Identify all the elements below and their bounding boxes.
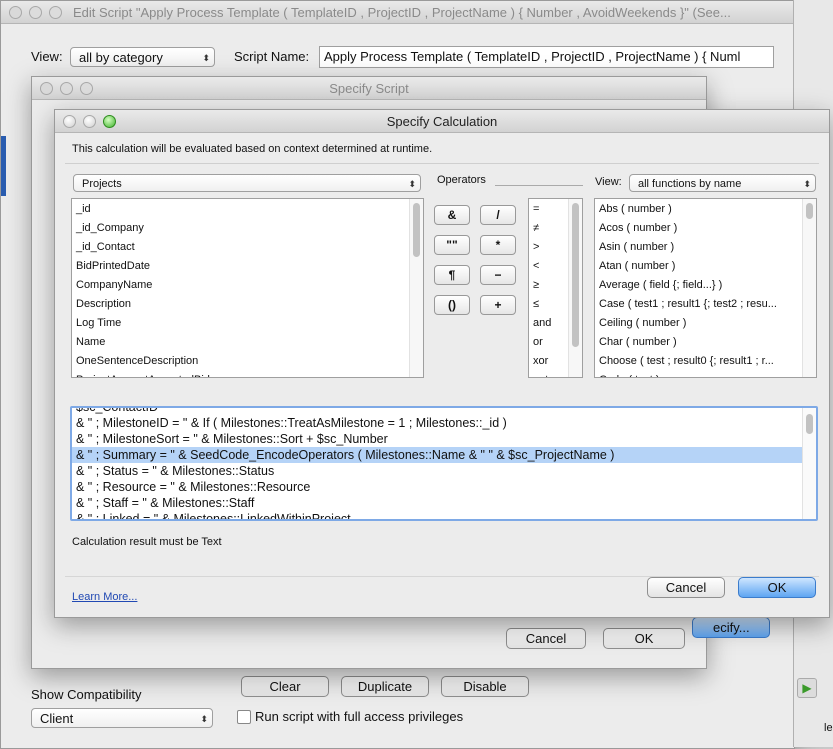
function-list-item[interactable]: Asin ( number )	[595, 238, 816, 257]
function-list-item[interactable]: Acos ( number )	[595, 219, 816, 238]
fields-list[interactable]: _id _id_Company _id_Contact BidPrintedDate C…	[71, 198, 424, 378]
functions-scrollbar[interactable]	[802, 199, 816, 377]
field-list-item[interactable]: _id	[72, 200, 423, 219]
calc-ok-button[interactable]: OK	[738, 577, 816, 598]
clear-button[interactable]: Clear	[241, 676, 329, 697]
script-name-input[interactable]: Apply Process Template ( TemplateID , Pr…	[319, 46, 774, 68]
specify-button[interactable]: ecify...	[692, 617, 770, 638]
step-list-edge	[1, 136, 6, 196]
show-compatibility-label: Show Compatibility	[31, 687, 142, 702]
table-select-value: Projects	[82, 178, 122, 190]
specify-calculation-titlebar[interactable]: Specify Calculation	[55, 110, 829, 133]
disable-button[interactable]: Disable	[441, 676, 529, 697]
field-list-item[interactable]: OneSentenceDescription	[72, 352, 423, 371]
functions-view-select[interactable]: all functions by name ⬍	[629, 174, 816, 192]
fields-scroll-thumb[interactable]	[413, 203, 420, 257]
function-list-item[interactable]: Code ( text )	[595, 371, 816, 377]
updown-arrow-icon: ⬍	[408, 179, 416, 189]
show-compatibility-value: Client	[40, 711, 74, 726]
operators-scrollbar[interactable]	[568, 199, 582, 377]
zoom-icon[interactable]	[49, 6, 62, 19]
op-quotes-button[interactable]: ""	[434, 235, 470, 255]
script-name-value: Apply Process Template ( TemplateID , Pr…	[324, 49, 741, 64]
calculation-line[interactable]: & " ; Linked = " & Milestones::LinkedWit…	[72, 511, 816, 519]
learn-more-link[interactable]: Learn More...	[72, 591, 137, 603]
specify-calculation-window: Specify Calculation This calculation wil…	[54, 109, 830, 618]
function-list-item[interactable]: Atan ( number )	[595, 257, 816, 276]
run-full-access-checkbox[interactable]	[237, 710, 251, 724]
calculation-line[interactable]: & " ; Staff = " & Milestones::Staff	[72, 495, 816, 511]
calculation-line[interactable]: & " ; Status = " & Milestones::Status	[72, 463, 816, 479]
calculation-line[interactable]: & " ; Resource = " & Milestones::Resourc…	[72, 479, 816, 495]
specify-script-title: Specify Script	[329, 81, 409, 96]
function-list-item[interactable]: Char ( number )	[595, 333, 816, 352]
field-list-item[interactable]: Log Time	[72, 314, 423, 333]
calculation-scrollbar[interactable]	[802, 408, 816, 519]
table-select[interactable]: Projects ⬍	[73, 174, 421, 192]
run-full-access-label: Run script with full access privileges	[255, 709, 464, 724]
function-list-item[interactable]: Average ( field {; field...} )	[595, 276, 816, 295]
op-plus-button[interactable]: +	[480, 295, 516, 315]
field-list-item[interactable]: _id_Company	[72, 219, 423, 238]
calculation-line[interactable]: $sc_ContactID	[72, 408, 816, 415]
context-divider	[65, 163, 819, 164]
fields-scrollbar[interactable]	[409, 199, 423, 377]
field-list-item[interactable]: Description	[72, 295, 423, 314]
op-divide-button[interactable]: /	[480, 205, 516, 225]
edit-script-title: Edit Script "Apply Process Template ( Te…	[73, 5, 731, 20]
field-list-item[interactable]: CompanyName	[72, 276, 423, 295]
calculation-line-selected[interactable]: & " ; Summary = " & SeedCode_EncodeOpera…	[72, 447, 816, 463]
view-label: View:	[31, 49, 63, 64]
function-list-item[interactable]: Choose ( test ; result0 {; result1 ; r..…	[595, 352, 816, 371]
op-pilcrow-button[interactable]: ¶	[434, 265, 470, 285]
specify-button-label: ecify...	[713, 620, 750, 635]
field-list-item[interactable]: Name	[72, 333, 423, 352]
calculation-editor[interactable]: $sc_ContactID & " ; MilestoneID = " & If …	[70, 406, 818, 521]
updown-arrow-icon: ⬍	[202, 53, 210, 63]
functions-scroll-thumb[interactable]	[806, 203, 813, 219]
go-arrow-icon[interactable]: ▶	[797, 678, 817, 698]
updown-arrow-icon: ⬍	[803, 179, 811, 189]
field-list-item[interactable]: BidPrintedDate	[72, 257, 423, 276]
duplicate-button[interactable]: Duplicate	[341, 676, 429, 697]
edit-script-titlebar[interactable]: Edit Script "Apply Process Template ( Te…	[1, 1, 794, 24]
field-list-item[interactable]: ProjectAmountAcceptedBids	[72, 371, 423, 377]
operators-list[interactable]: =≠><≥≤andorxornot	[528, 198, 583, 378]
functions-view-label: View:	[595, 176, 622, 188]
op-multiply-button[interactable]: *	[480, 235, 516, 255]
side-fragment: le	[824, 722, 833, 734]
function-list-item[interactable]: Ceiling ( number )	[595, 314, 816, 333]
view-select-value: all by category	[79, 50, 163, 65]
result-type-text: Calculation result must be Text	[72, 536, 222, 548]
operators-scroll-thumb[interactable]	[572, 203, 579, 347]
specify-script-ok-button[interactable]: OK	[603, 628, 685, 649]
close-icon[interactable]	[9, 6, 22, 19]
field-list-item[interactable]: _id_Contact	[72, 238, 423, 257]
functions-list[interactable]: Abs ( number ) Acos ( number ) Asin ( numb…	[594, 198, 817, 378]
calculation-line[interactable]: & " ; MilestoneID = " & If ( Milestones:…	[72, 415, 816, 431]
minimize-icon[interactable]	[29, 6, 42, 19]
view-select[interactable]: all by category ⬍	[70, 47, 215, 67]
context-text: This calculation will be evaluated based…	[72, 143, 433, 155]
op-ampersand-button[interactable]: &	[434, 205, 470, 225]
specify-calculation-title: Specify Calculation	[386, 114, 498, 129]
specify-script-cancel-button[interactable]: Cancel	[506, 628, 586, 649]
function-list-item[interactable]: Case ( test1 ; result1 {; test2 ; resu..…	[595, 295, 816, 314]
op-minus-button[interactable]: −	[480, 265, 516, 285]
op-parens-button[interactable]: ()	[434, 295, 470, 315]
updown-arrow-icon: ⬍	[200, 714, 208, 724]
functions-view-value: all functions by name	[638, 178, 742, 190]
specify-script-titlebar[interactable]: Specify Script	[32, 77, 706, 100]
operators-label: Operators	[437, 174, 486, 186]
calculation-scroll-thumb[interactable]	[806, 414, 813, 434]
function-list-item[interactable]: Abs ( number )	[595, 200, 816, 219]
show-compatibility-select[interactable]: Client ⬍	[31, 708, 213, 728]
calc-cancel-button[interactable]: Cancel	[647, 577, 725, 598]
calculation-line[interactable]: & " ; MilestoneSort = " & Milestones::So…	[72, 431, 816, 447]
operators-divider	[495, 185, 583, 186]
script-name-label: Script Name:	[234, 49, 310, 64]
